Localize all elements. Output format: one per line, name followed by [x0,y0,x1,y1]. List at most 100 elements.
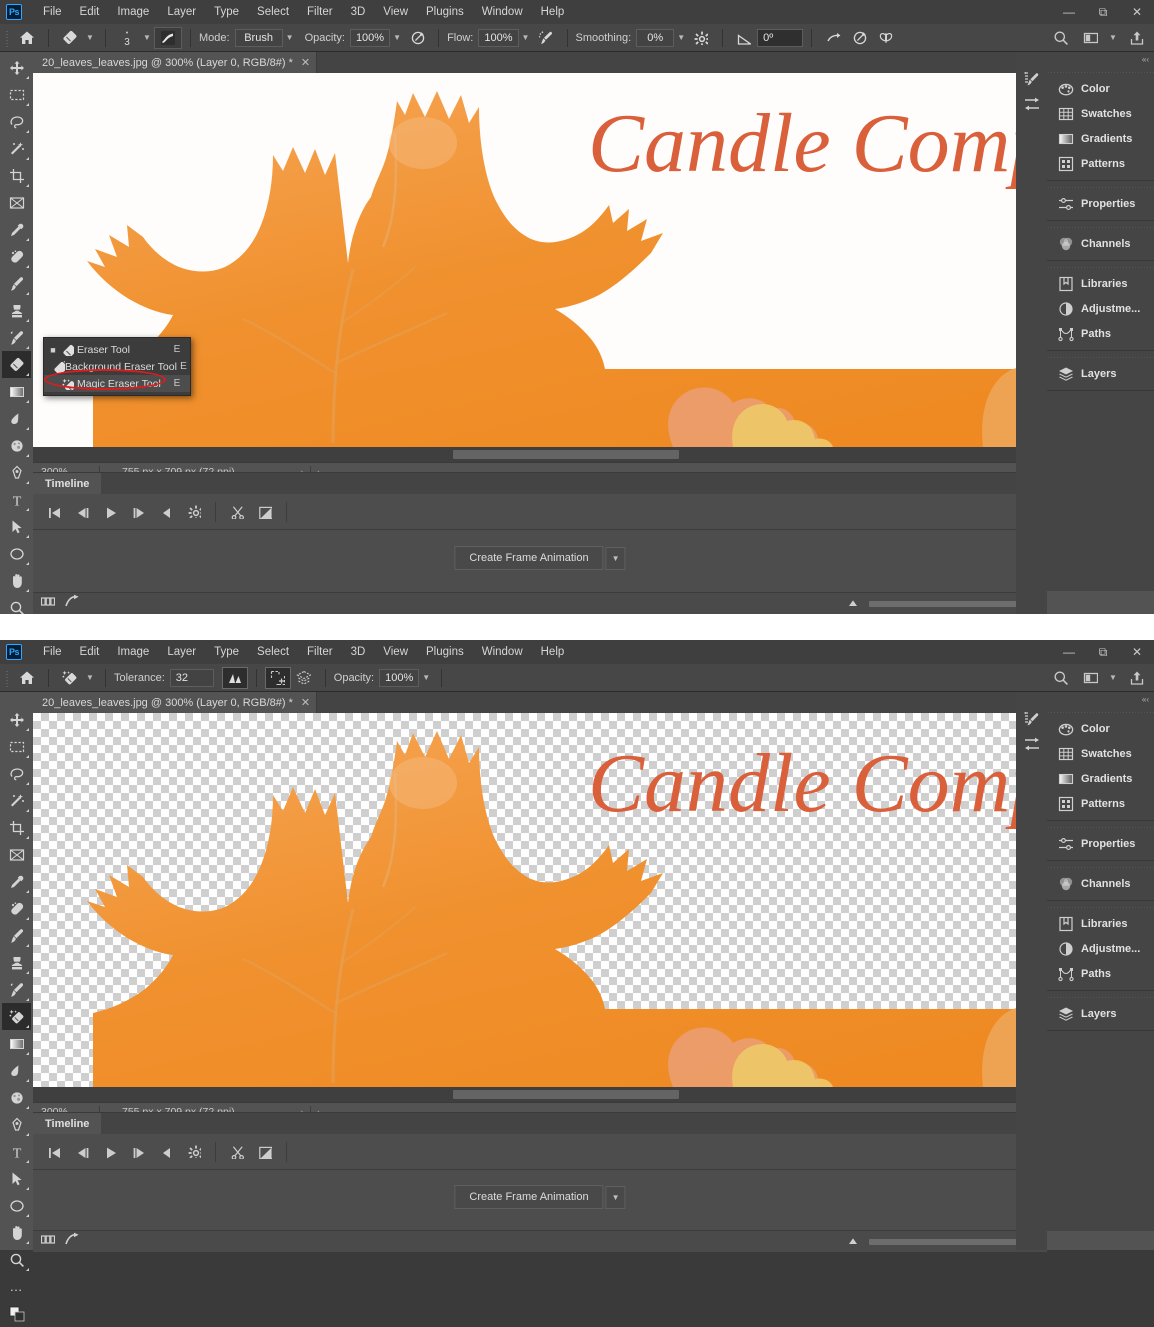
horizontal-scrollbar[interactable] [33,1087,1032,1102]
panel-properties[interactable]: Properties [1047,831,1154,856]
gradient-tool[interactable] [2,1030,31,1057]
restore-icon[interactable]: ⧉ [1086,640,1120,664]
close-icon[interactable]: ✕ [301,56,310,69]
next-frame-button[interactable] [125,499,151,525]
menu-select[interactable]: Select [248,3,298,21]
brush-stroke-icon[interactable] [154,26,182,49]
render-settings-button[interactable] [181,1139,207,1165]
move-tool[interactable] [2,54,31,81]
zoom-out-mountain-icon[interactable] [847,594,859,613]
pressure-opacity-icon[interactable] [404,27,430,49]
chevron-down-icon[interactable]: ▼ [83,669,97,687]
menu-file[interactable]: File [34,3,71,21]
create-frame-animation-button[interactable]: Create Frame Animation [454,546,604,570]
convert-to-frame-animation-icon[interactable] [40,1232,56,1251]
arrange-documents-icon[interactable] [1076,666,1104,690]
panel-swatches[interactable]: Swatches [1047,101,1154,126]
eyedropper-tool[interactable] [2,216,31,243]
menu-file[interactable]: File [34,643,71,661]
home-icon[interactable] [14,27,40,49]
panel-layers[interactable]: Layers [1047,361,1154,386]
render-settings-button[interactable] [181,499,207,525]
panel-libraries[interactable]: Libraries [1047,271,1154,296]
flyout-item-eraser-tool[interactable]: ■ Eraser Tool E [44,341,190,358]
panel-grip[interactable] [1047,224,1154,231]
anti-alias-icon[interactable] [221,666,248,689]
panel-swatches[interactable]: Swatches [1047,741,1154,766]
frame-tool[interactable] [2,841,31,868]
menu-plugins[interactable]: Plugins [417,3,473,21]
ellipse-tool[interactable] [2,1192,31,1219]
tolerance-value[interactable]: 32 [169,668,214,687]
hand-tool[interactable] [2,1219,31,1246]
document-tab[interactable]: 20_leaves_leaves.jpg @ 300% (Layer 0, RG… [33,52,318,73]
convert-to-frame-animation-icon[interactable] [40,594,56,613]
restore-icon[interactable]: ⧉ [1086,0,1120,24]
magic-eraser-icon[interactable] [57,667,83,689]
brush-settings-panel-button[interactable] [1016,731,1047,756]
menu-image[interactable]: Image [108,643,158,661]
chevron-down-icon[interactable]: ▼ [674,29,688,47]
brush-presets-panel-button[interactable] [1016,706,1047,731]
panel-patterns[interactable]: Patterns [1047,151,1154,176]
blur-tool[interactable] [2,1057,31,1084]
audio-button[interactable] [153,499,179,525]
share-icon[interactable] [1122,26,1150,50]
panel-paths[interactable]: Paths [1047,321,1154,346]
menu-filter[interactable]: Filter [298,3,342,21]
path-selection-tool[interactable] [2,1165,31,1192]
angle-value[interactable]: 0º [757,28,804,47]
close-icon[interactable]: ✕ [1120,640,1154,664]
menu-window[interactable]: Window [473,3,532,21]
menu-type[interactable]: Type [205,3,248,21]
gradient-tool[interactable] [2,378,31,405]
menu-3d[interactable]: 3D [342,3,375,21]
horizontal-type-tool[interactable] [2,1138,31,1165]
panel-grip[interactable] [1047,994,1154,1001]
canvas-viewport[interactable]: Candle Comp ▲ ▼ [33,73,1047,462]
panel-patterns[interactable]: Patterns [1047,791,1154,816]
panel-grip[interactable] [1047,709,1154,716]
pen-tool[interactable] [2,1111,31,1138]
dodge-tool[interactable] [2,432,31,459]
flyout-item-magic-eraser-tool[interactable]: Magic Eraser Tool E [44,375,190,392]
panel-adjustments[interactable]: Adjustme... [1047,296,1154,321]
history-brush-tool[interactable] [2,976,31,1003]
eyedropper-tool[interactable] [2,868,31,895]
audio-button[interactable] [153,1139,179,1165]
panel-grip[interactable] [1047,354,1154,361]
eraser-tool[interactable] [2,351,31,378]
blur-tool[interactable] [2,405,31,432]
lasso-tool[interactable] [2,760,31,787]
chevron-down-icon[interactable]: ▼ [519,29,533,47]
airbrush-icon[interactable] [533,27,559,49]
symmetry-butterfly-icon[interactable] [872,27,898,49]
arrange-documents-icon[interactable] [1076,26,1104,50]
spot-healing-brush-tool[interactable] [2,895,31,922]
mode-value[interactable]: Brush [234,28,283,47]
eraser-tool-flyout-menu[interactable]: ■ Eraser Tool E Background Eraser Tool E… [43,337,191,396]
panel-paths[interactable]: Paths [1047,961,1154,986]
menu-layer[interactable]: Layer [158,3,205,21]
brush-tool[interactable] [2,270,31,297]
path-selection-tool[interactable] [2,513,31,540]
panel-properties[interactable]: Properties [1047,191,1154,216]
opacity-value[interactable]: 100% [379,668,420,687]
render-video-icon[interactable] [65,593,80,613]
minimize-icon[interactable]: — [1052,640,1086,664]
sample-all-layers-icon[interactable] [291,667,317,689]
brush-presets-panel-button[interactable] [1016,66,1047,91]
lasso-tool[interactable] [2,108,31,135]
clone-stamp-tool[interactable] [2,297,31,324]
clone-stamp-tool[interactable] [2,949,31,976]
spot-healing-brush-tool[interactable] [2,243,31,270]
render-video-icon[interactable] [65,1231,80,1251]
edit-toolbar-icon[interactable]: … [2,1273,31,1300]
chevron-down-icon[interactable]: ▼ [419,669,433,687]
collapse-panels-icon[interactable]: «‹ [1047,692,1154,706]
panel-channels[interactable]: Channels [1047,231,1154,256]
create-frame-animation-button[interactable]: Create Frame Animation [454,1185,604,1209]
menu-plugins[interactable]: Plugins [417,643,473,661]
split-clip-button[interactable] [224,1139,250,1165]
go-to-first-frame-button[interactable] [41,499,67,525]
